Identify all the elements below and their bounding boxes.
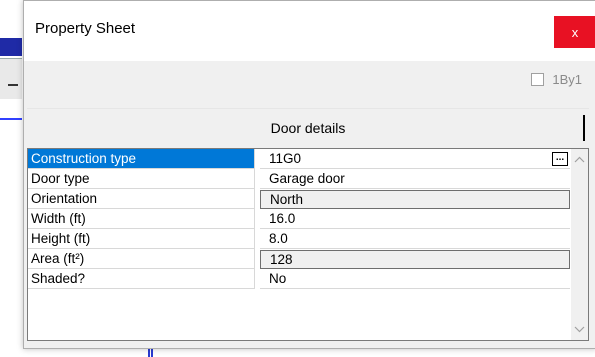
property-label[interactable]: Orientation (28, 189, 255, 209)
property-value[interactable]: 11G0... (260, 149, 570, 169)
property-row[interactable]: Width (ft) 16.0 (28, 209, 571, 229)
background-blue-line (0, 118, 22, 120)
property-rows: Construction type 11G0... Door type Garage … (28, 149, 571, 289)
property-label[interactable]: Construction type (28, 149, 255, 169)
tab-label: Door details (270, 120, 346, 136)
property-label[interactable]: Area (ft²) (28, 249, 255, 269)
background-tick (8, 84, 18, 86)
chevron-down-icon[interactable] (571, 321, 588, 338)
property-value[interactable]: 16.0 (260, 209, 570, 229)
background-toolbar-strip (0, 38, 22, 56)
property-value-text: Garage door (269, 171, 345, 186)
browse-button[interactable]: ... (552, 152, 568, 166)
property-value-text: 8.0 (269, 231, 288, 246)
property-label[interactable]: Door type (28, 169, 255, 189)
property-label[interactable]: Height (ft) (28, 229, 255, 249)
property-value[interactable]: No (260, 269, 570, 289)
property-row[interactable]: Door type Garage door (28, 169, 571, 189)
option-checkbox[interactable] (531, 73, 545, 86)
tab-divider (583, 115, 585, 141)
property-value[interactable]: 8.0 (260, 229, 570, 249)
property-value-text: 128 (270, 252, 293, 267)
close-icon: x (571, 24, 579, 40)
option-label: 1By1 (552, 72, 582, 87)
property-sheet-window: Property Sheet x 1By1 Door details Const… (23, 0, 595, 349)
property-grid: Construction type 11G0... Door type Garage … (27, 148, 589, 341)
property-label[interactable]: Width (ft) (28, 209, 255, 229)
property-row[interactable]: Shaded? No (28, 269, 571, 289)
window-title: Property Sheet (35, 20, 136, 37)
property-value: 128 (260, 250, 570, 269)
chevron-up-icon[interactable] (571, 151, 588, 168)
property-row[interactable]: Height (ft) 8.0 (28, 229, 571, 249)
property-row[interactable]: Area (ft²) 128 (28, 249, 571, 269)
property-value-text: No (269, 271, 287, 286)
vertical-scrollbar[interactable] (571, 149, 588, 340)
property-value-text: 16.0 (269, 211, 296, 226)
tab-door-details[interactable]: Door details (27, 108, 589, 147)
background-panel (0, 58, 22, 99)
property-value[interactable]: Garage door (260, 169, 570, 189)
property-value-text: 11G0 (269, 151, 302, 166)
option-1by1[interactable]: 1By1 (531, 72, 582, 87)
property-row[interactable]: Orientation North (28, 189, 571, 209)
title-bar[interactable]: Property Sheet x (24, 1, 595, 61)
close-button[interactable]: x (554, 16, 595, 48)
property-row[interactable]: Construction type 11G0... (28, 149, 571, 169)
property-value: North (260, 190, 570, 209)
property-value-text: North (270, 192, 304, 207)
property-label[interactable]: Shaded? (28, 269, 255, 289)
